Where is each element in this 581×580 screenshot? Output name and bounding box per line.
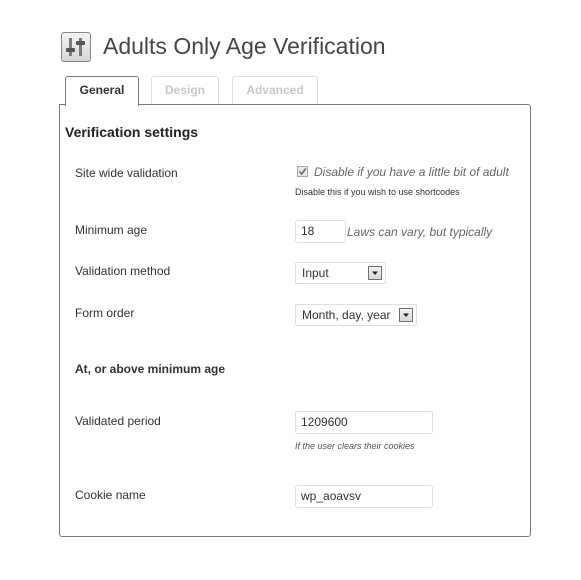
minimum-age-subheading: At, or above minimum age (75, 362, 226, 376)
dropdown-arrow-icon (368, 266, 382, 280)
page-title: Adults Only Age Verification (103, 33, 386, 59)
section-heading: Verification settings (65, 124, 199, 140)
validated-period-label: Validated period (75, 414, 161, 428)
cookie-name-input[interactable]: wp_aoavsv (295, 485, 433, 508)
site-wide-validation-note: Disable this if you wish to use shortcod… (295, 187, 460, 197)
validation-method-value: Input (302, 266, 329, 280)
form-order-label: Form order (75, 306, 135, 320)
sliders-icon (61, 32, 91, 62)
tab-advanced[interactable]: Advanced (232, 76, 318, 104)
site-wide-validation-checkbox[interactable] (297, 166, 308, 177)
minimum-age-input[interactable]: 18 (295, 220, 346, 243)
validation-method-select[interactable]: Input (295, 262, 386, 284)
minimum-age-label: Minimum age (75, 223, 148, 237)
form-order-value: Month, day, year (302, 308, 391, 322)
site-wide-validation-description: Disable if you have a little bit of adul… (314, 165, 509, 179)
cookie-name-label: Cookie name (75, 488, 146, 502)
minimum-age-hint: Laws can vary, but typically (347, 225, 493, 239)
validated-period-input[interactable]: 1209600 (295, 411, 433, 434)
tab-general[interactable]: General (65, 76, 139, 106)
dropdown-arrow-icon (399, 308, 413, 322)
validated-period-note: If the user clears their cookies (295, 441, 415, 451)
site-wide-validation-label: Site wide validation (75, 166, 178, 180)
tab-design[interactable]: Design (151, 76, 219, 104)
validation-method-label: Validation method (75, 264, 171, 278)
form-order-select[interactable]: Month, day, year (295, 304, 417, 326)
